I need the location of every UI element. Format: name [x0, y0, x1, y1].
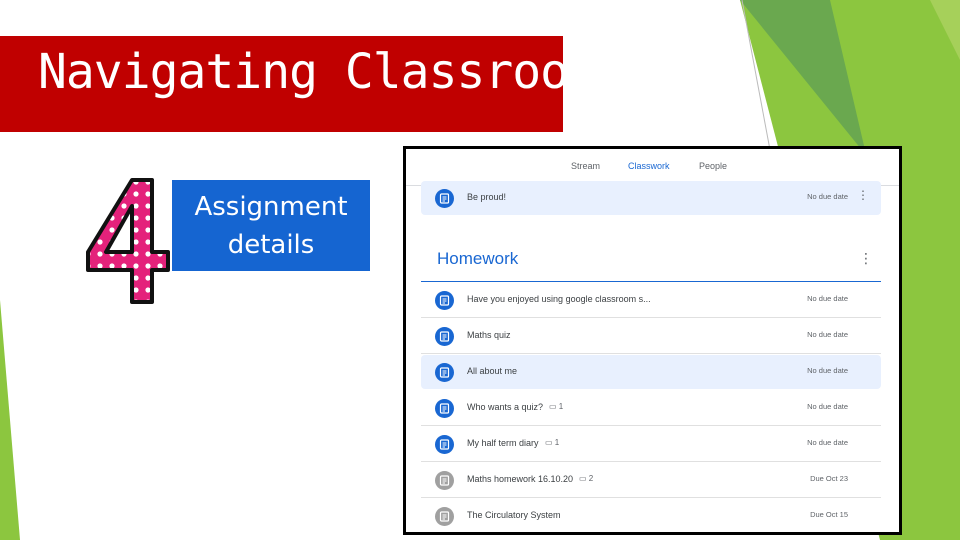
assignment-icon [435, 189, 454, 208]
list-item[interactable]: My half term diary ▭ 1 No due date [421, 427, 881, 462]
item-title: My half term diary [467, 438, 539, 448]
item-title: Have you enjoyed using google classroom … [467, 294, 651, 304]
item-title: The Circulatory System [467, 510, 561, 520]
step-label: Assignment details [172, 188, 370, 264]
assignment-icon [435, 507, 454, 526]
section-more-vert-icon[interactable]: ⋮ [859, 251, 873, 267]
item-title: All about me [467, 366, 518, 376]
item-title: Maths quiz [467, 330, 511, 340]
item-due: Due Oct 23 [810, 474, 848, 483]
item-due: No due date [807, 438, 848, 447]
assignment-icon [435, 291, 454, 310]
classroom-screenshot: Stream Classwork People Be proud! No due… [403, 146, 902, 535]
step-number-four-icon: 4 [82, 176, 170, 304]
assignment-icon [435, 327, 454, 346]
item-title: Who wants a quiz? [467, 402, 544, 412]
section-divider [421, 281, 881, 282]
list-item[interactable]: All about me No due date [421, 355, 881, 389]
slide-title: Navigating Classroom [38, 44, 597, 100]
tab-people[interactable]: People [699, 161, 727, 171]
assignment-icon [435, 435, 454, 454]
list-item[interactable]: Maths quiz No due date [421, 319, 881, 354]
step-label-line1: Assignment [194, 192, 348, 222]
comment-count: ▭ 2 [579, 474, 594, 483]
item-due: No due date [807, 330, 848, 339]
tab-stream[interactable]: Stream [571, 161, 600, 171]
item-due: No due date [807, 294, 848, 303]
item-title: Be proud! [467, 192, 507, 202]
item-due: No due date [807, 366, 848, 375]
list-item[interactable]: Who wants a quiz? ▭ 1 No due date [421, 391, 881, 426]
comment-count: ▭ 1 [545, 438, 560, 447]
item-due: No due date [807, 192, 848, 201]
section-title: Homework [437, 249, 519, 268]
list-item[interactable]: Have you enjoyed using google classroom … [421, 283, 881, 318]
item-title: Maths homework 16.10.20 [467, 474, 574, 484]
tab-classwork[interactable]: Classwork [628, 161, 670, 171]
assignment-icon [435, 363, 454, 382]
assignment-icon [435, 471, 454, 490]
comment-count: ▭ 1 [549, 402, 564, 411]
item-due: No due date [807, 402, 848, 411]
step-label-line2: details [227, 230, 315, 260]
assignment-icon [435, 399, 454, 418]
step-number-text: 4 [82, 176, 83, 177]
list-item-top[interactable]: Be proud! No due date ⋮ [421, 181, 881, 215]
more-vert-icon[interactable]: ⋮ [857, 189, 869, 201]
list-item[interactable]: Maths homework 16.10.20 ▭ 2 Due Oct 23 [421, 463, 881, 498]
item-due: Due Oct 15 [810, 510, 848, 519]
list-item[interactable]: The Circulatory System Due Oct 15 [421, 499, 881, 532]
